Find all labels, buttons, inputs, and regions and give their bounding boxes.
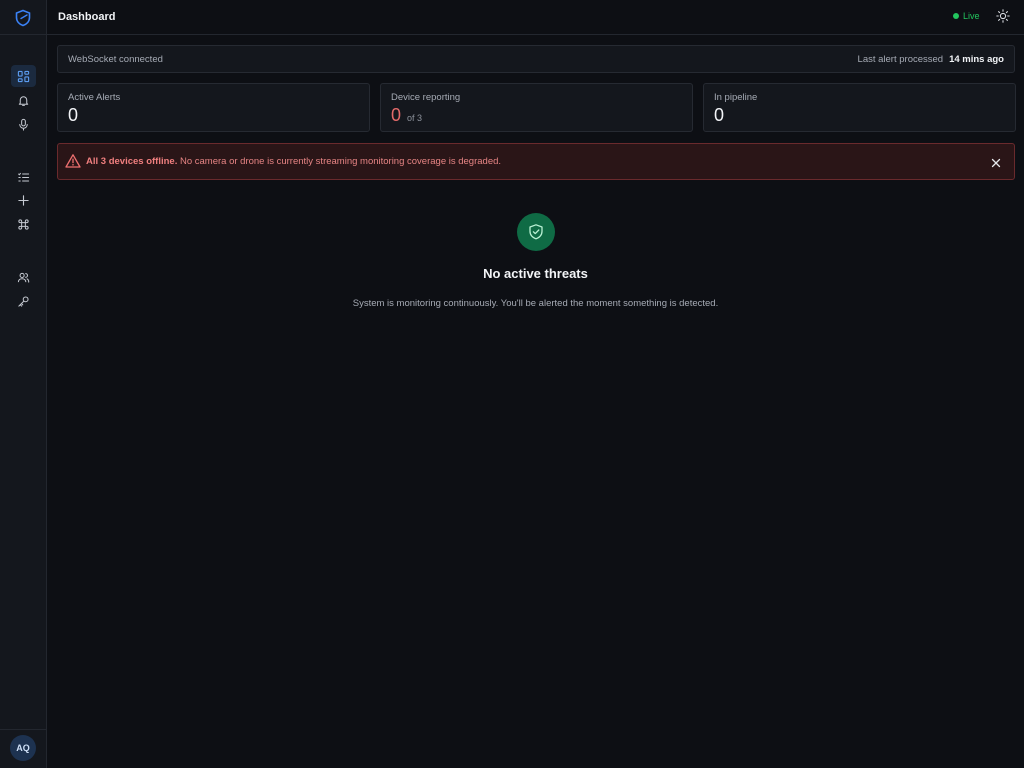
- live-indicator: Live: [953, 11, 980, 21]
- alert-message: All 3 devices offline. No camera or dron…: [86, 156, 501, 167]
- live-dot-icon: [953, 13, 959, 19]
- page-title: Dashboard: [58, 11, 116, 23]
- user-avatar[interactable]: AQ: [10, 735, 36, 761]
- stat-label: Device reporting: [391, 92, 461, 103]
- sidebar-item-users[interactable]: [11, 266, 36, 288]
- websocket-status: WebSocket connected: [68, 54, 163, 65]
- devices-offline-alert: All 3 devices offline. No camera or dron…: [57, 143, 1015, 180]
- live-label: Live: [963, 11, 980, 21]
- users-icon: [17, 272, 30, 283]
- sidebar-divider-bottom: [0, 729, 46, 730]
- safe-status-badge: [517, 213, 555, 251]
- stat-card-in-pipeline: In pipeline 0: [703, 83, 1016, 132]
- bell-icon: [18, 95, 29, 106]
- close-icon[interactable]: [990, 156, 1002, 168]
- sidebar-item-audio[interactable]: [11, 113, 36, 135]
- alert-body: No camera or drone is currently streamin…: [177, 156, 502, 167]
- app-root: AQ Dashboard Live WebSocket connected La…: [0, 0, 1024, 768]
- microphone-icon: [19, 118, 28, 131]
- empty-state-description: System is monitoring continuously. You'l…: [352, 298, 719, 309]
- sidebar-item-add[interactable]: [11, 189, 36, 211]
- stat-card-device-reporting: Device reporting 0 of 3: [380, 83, 693, 132]
- warning-triangle-icon: [65, 153, 81, 169]
- sidebar-item-list[interactable]: [11, 166, 36, 188]
- stat-label: In pipeline: [714, 92, 758, 103]
- alert-strong: All 3 devices offline.: [86, 156, 178, 167]
- sidebar-item-alerts[interactable]: [11, 89, 36, 111]
- last-alert-value: 14 mins ago: [949, 54, 1004, 65]
- list-icon: [18, 172, 30, 182]
- sun-icon[interactable]: [996, 9, 1010, 23]
- connection-status-bar: WebSocket connected Last alert processed…: [57, 45, 1015, 73]
- shield-check-icon: [529, 224, 543, 240]
- stat-value: 0: [714, 105, 725, 125]
- topbar: Dashboard Live: [47, 0, 1024, 35]
- sidebar-divider: [0, 34, 46, 35]
- last-alert-info: Last alert processed 14 mins ago: [858, 54, 1004, 65]
- last-alert-label: Last alert processed: [857, 54, 944, 65]
- shield-logo-icon[interactable]: [14, 9, 32, 27]
- key-icon: [18, 295, 29, 307]
- plus-icon: [18, 194, 29, 206]
- stat-value: 0: [68, 105, 79, 125]
- sidebar-item-dashboard[interactable]: [11, 65, 36, 87]
- dashboard-grid-icon: [17, 70, 30, 82]
- stat-label: Active Alerts: [68, 92, 121, 103]
- stat-card-active-alerts: Active Alerts 0: [57, 83, 370, 132]
- sidebar: AQ: [0, 0, 47, 768]
- stat-suffix: of 3: [407, 113, 423, 123]
- stat-value: 0: [391, 105, 402, 125]
- empty-state-title: No active threats: [483, 266, 588, 281]
- command-icon: [18, 218, 29, 230]
- sidebar-item-command[interactable]: [11, 213, 36, 235]
- sidebar-item-keys[interactable]: [11, 290, 36, 312]
